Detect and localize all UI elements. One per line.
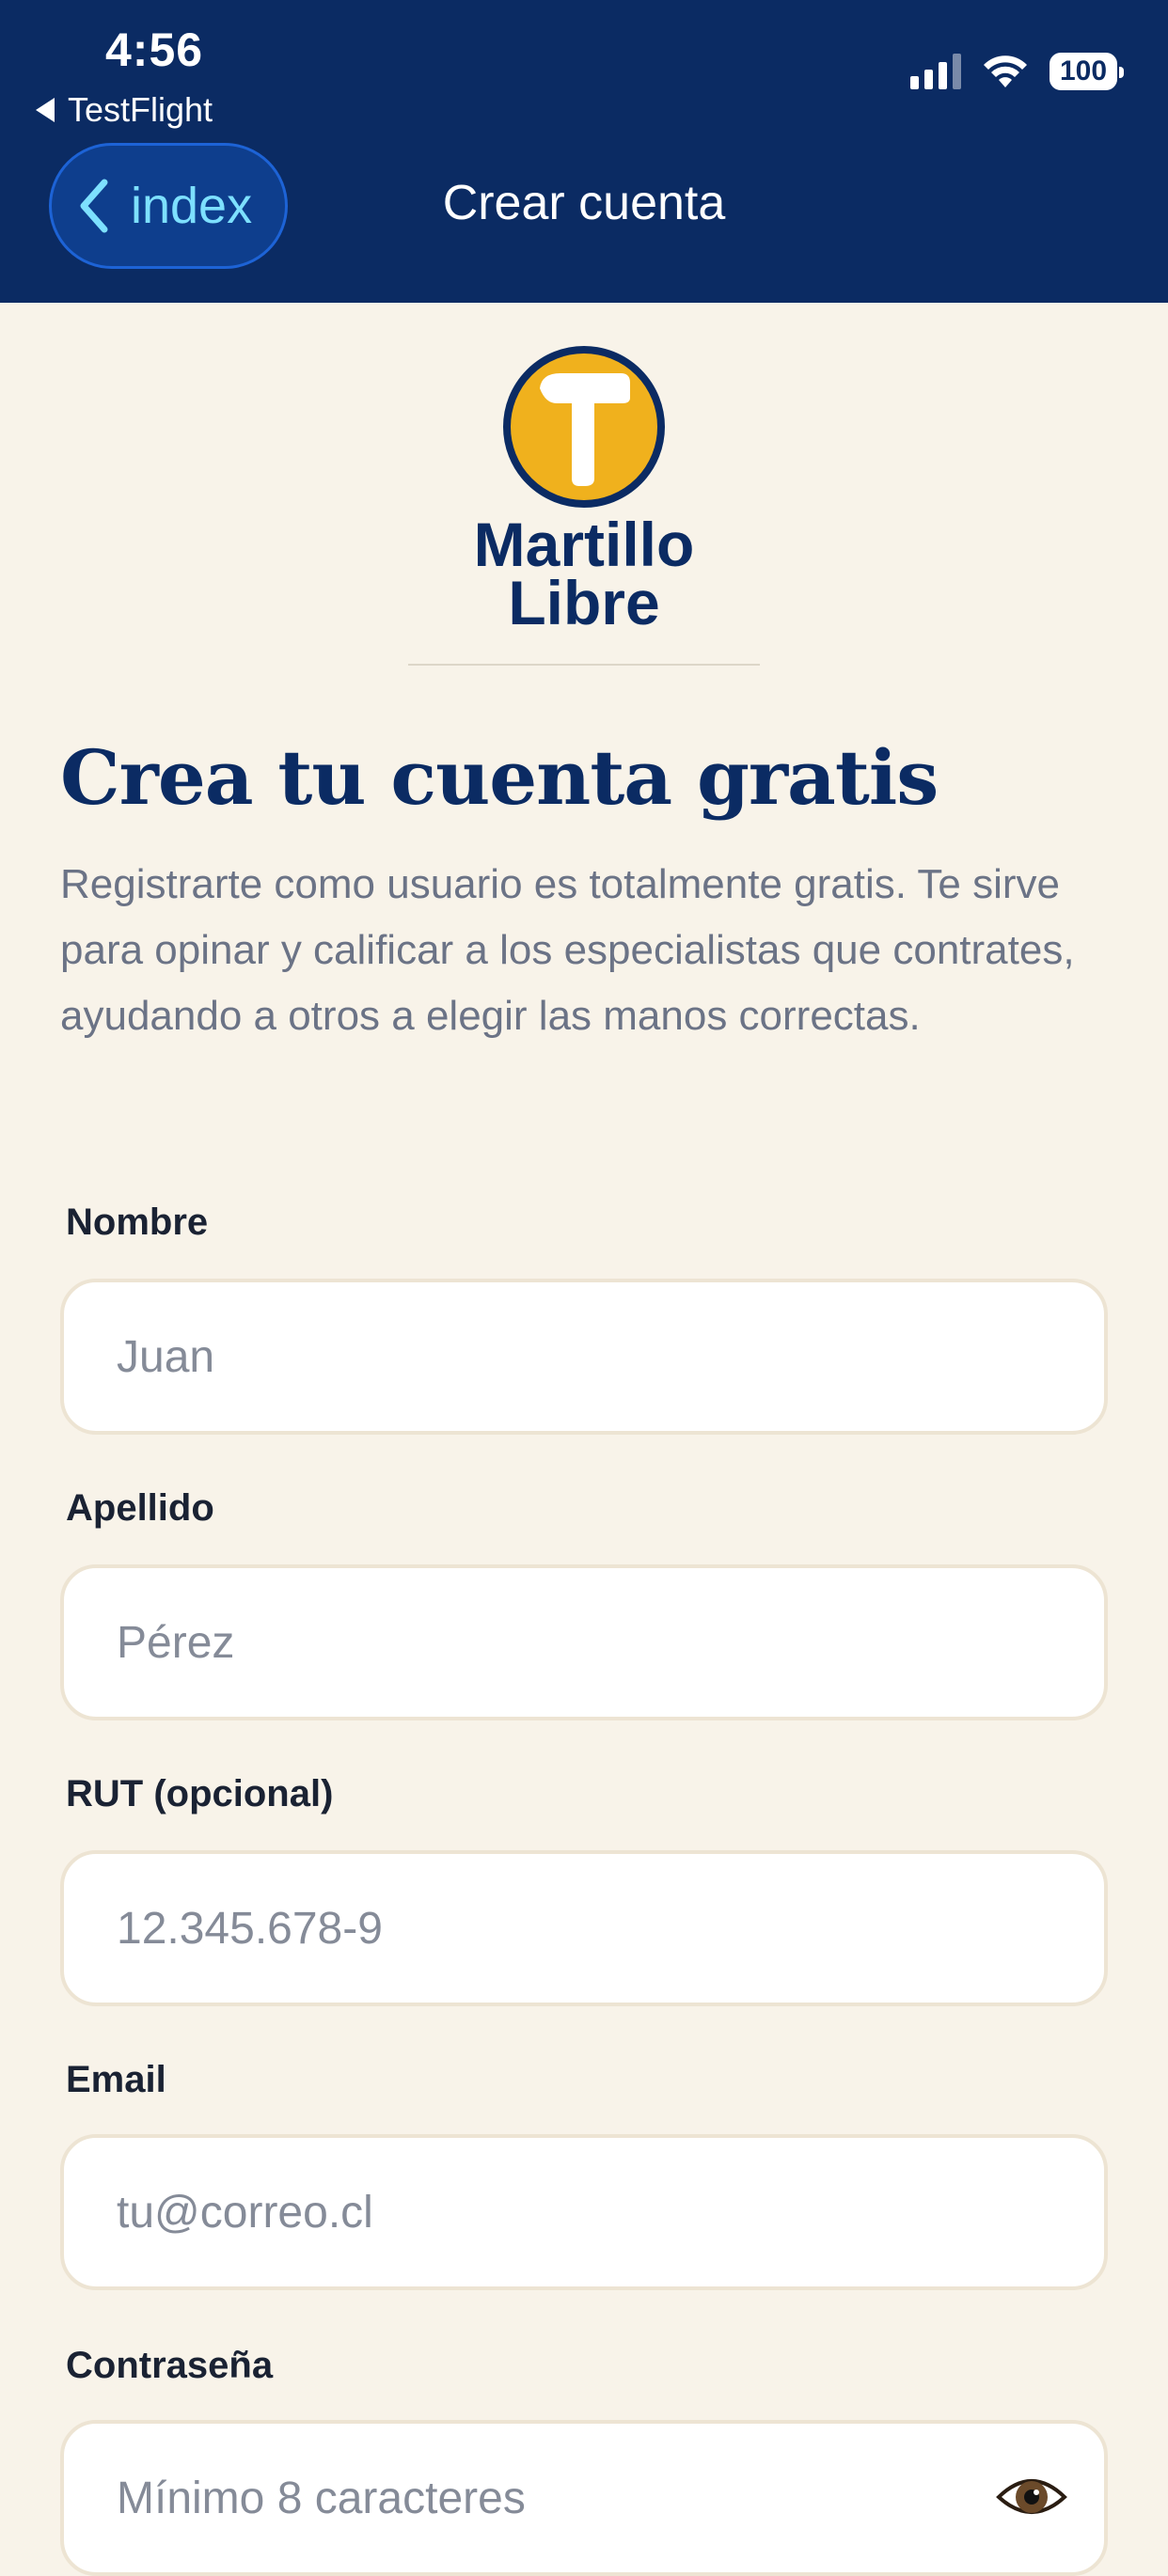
back-triangle-icon	[36, 98, 55, 122]
eye-icon[interactable]	[995, 2463, 1068, 2527]
page-title: Crear cuenta	[442, 176, 726, 230]
email-label: Email	[66, 2059, 166, 2100]
cellular-signal-icon	[910, 54, 961, 89]
rut-input[interactable]	[60, 1850, 1108, 2006]
divider	[408, 664, 760, 666]
form-description: Registrarte como usuario es totalmente g…	[60, 861, 1075, 1039]
apellido-label: Apellido	[66, 1487, 214, 1529]
battery-icon: 100	[1050, 53, 1124, 90]
apellido-input[interactable]	[60, 1564, 1108, 1720]
nav-header: 4:56 TestFlight 100 index Crear cuenta	[0, 0, 1168, 303]
password-label: Contraseña	[66, 2345, 274, 2386]
rut-label: RUT (opcional)	[66, 1773, 334, 1814]
logo-wordmark: Martillo Libre	[473, 510, 695, 637]
status-icons: 100	[910, 53, 1124, 90]
hammer-logo-icon	[503, 346, 665, 508]
wifi-icon	[984, 55, 1027, 87]
return-app-label: TestFlight	[68, 90, 213, 129]
nombre-label: Nombre	[66, 1202, 209, 1243]
nombre-input[interactable]	[60, 1279, 1108, 1435]
logo-line1: Martillo	[473, 510, 695, 579]
status-time: 4:56	[105, 24, 204, 76]
logo-line2: Libre	[508, 568, 660, 637]
martillo-libre-logo: Martillo Libre	[0, 346, 1168, 637]
battery-level: 100	[1059, 55, 1108, 86]
password-input[interactable]	[60, 2420, 1108, 2576]
form-heading: Crea tu cuenta gratis	[60, 733, 939, 822]
return-to-testflight[interactable]: TestFlight	[36, 90, 213, 130]
email-input[interactable]	[60, 2134, 1108, 2290]
